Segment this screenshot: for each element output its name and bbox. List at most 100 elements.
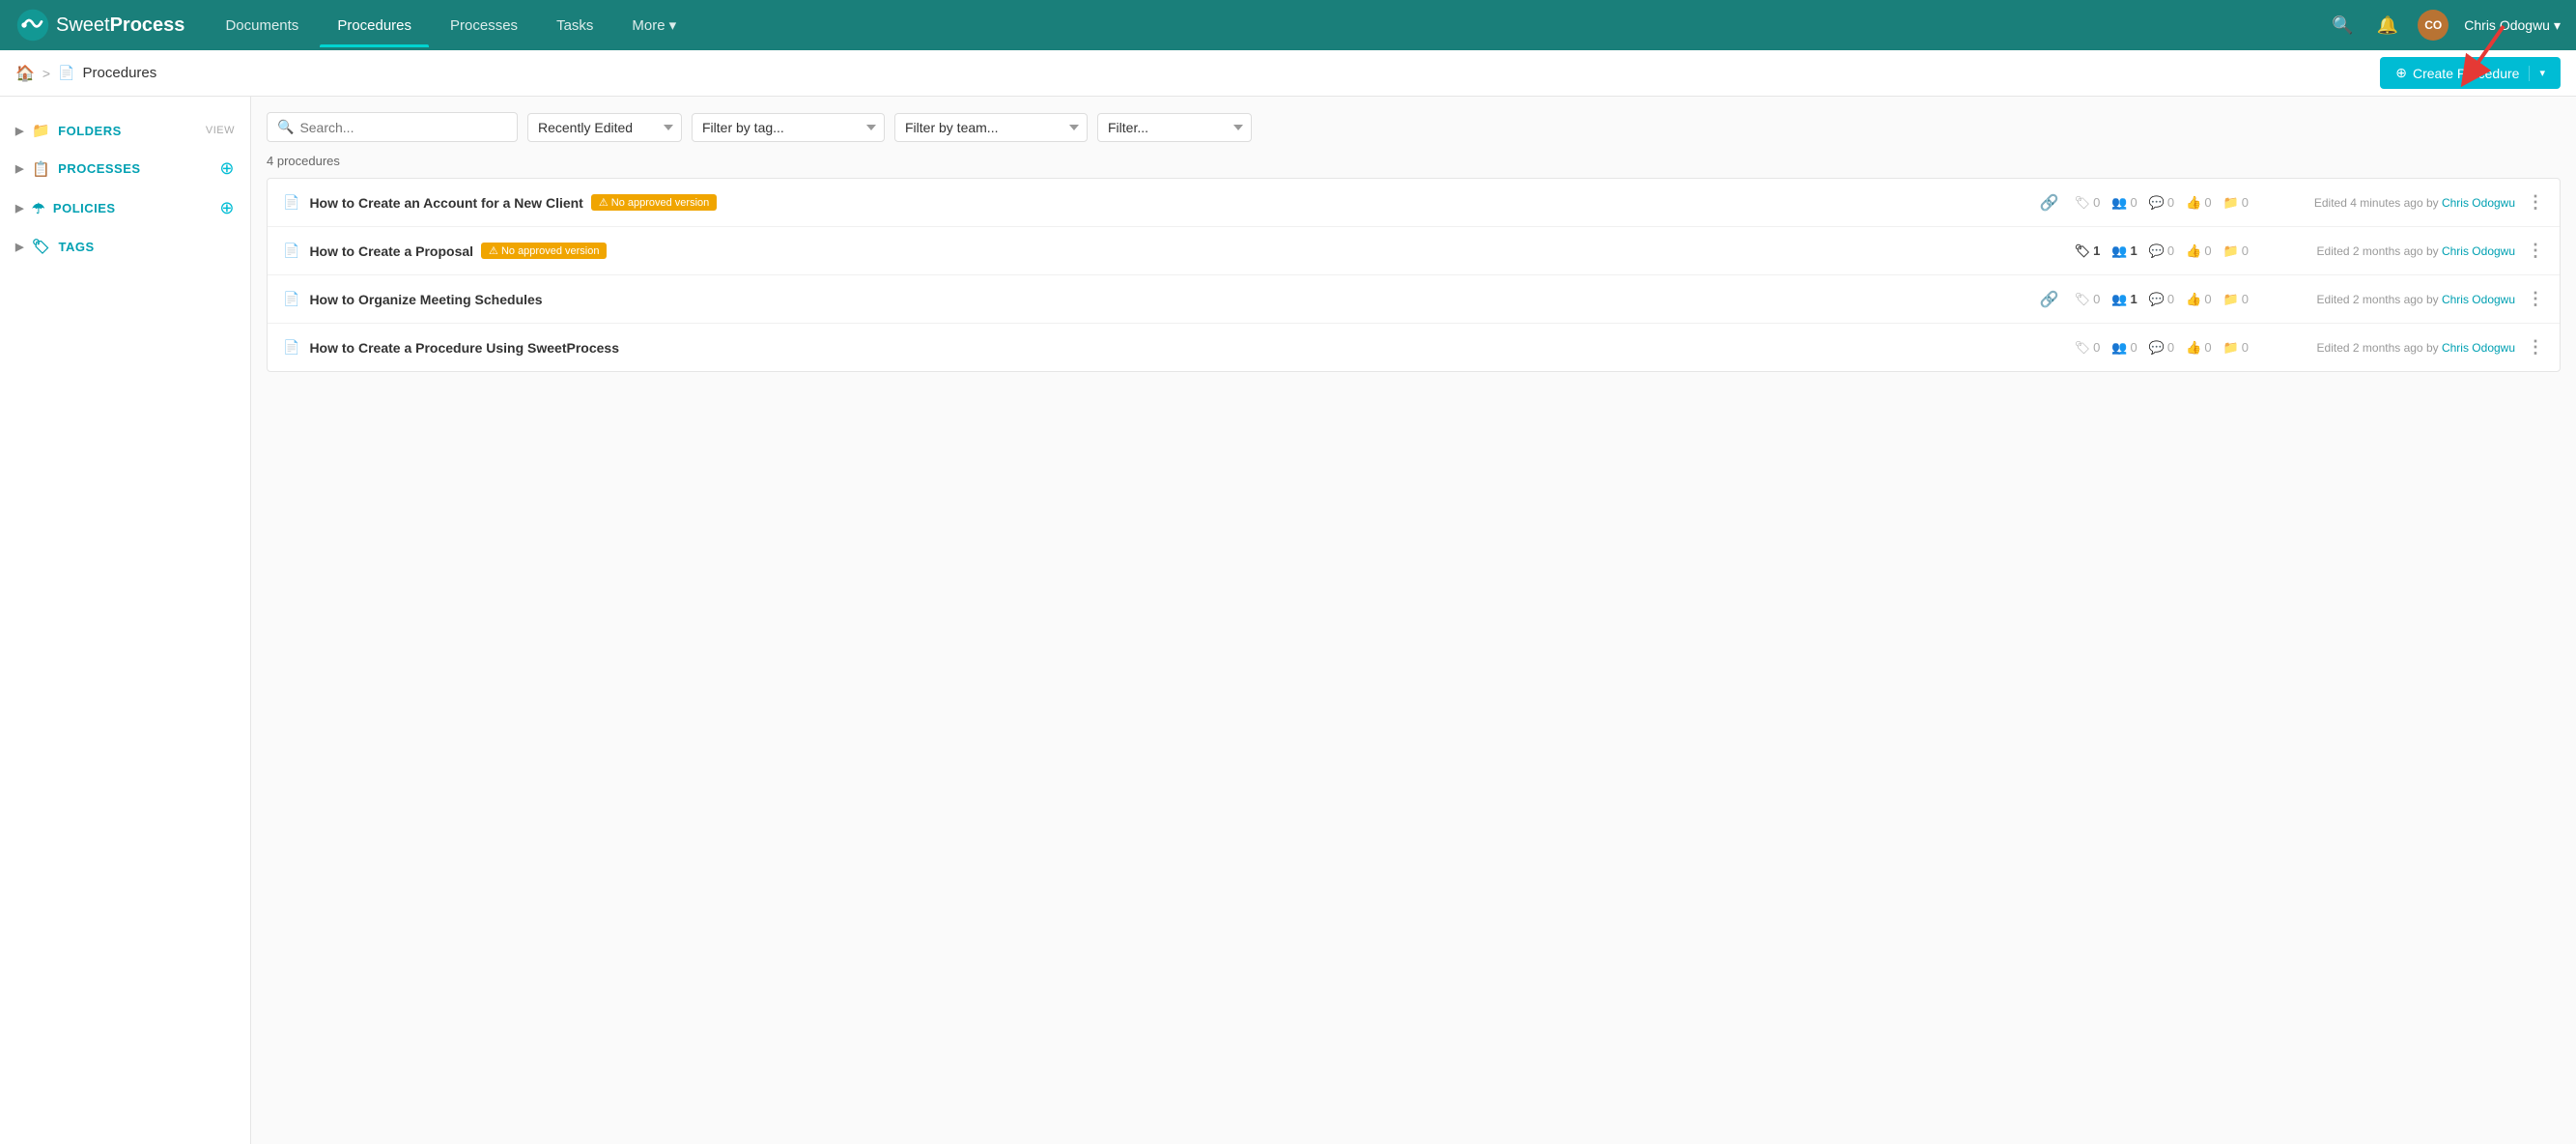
procedure-edited: Edited 2 months ago by Chris Odogwu [2264,293,2515,306]
editor-link[interactable]: Chris Odogwu [2442,196,2515,210]
people-icon: 👥 [2111,292,2127,307]
main-layout: ▶ 📁 FOLDERS VIEW ▶ 📋 PROCESSES ⊕ ▶ ☂ POL… [0,97,2576,1144]
tags-count: 🏷 1 [2075,243,2101,259]
procedure-meta: 🏷 0 👥 1 💬 0 👍 0 [2075,292,2249,307]
vote-icon: 👍 [2186,195,2201,211]
editor-link[interactable]: Chris Odogwu [2442,293,2515,306]
main-content: 🔍 Recently Edited Alphabetical Date Crea… [251,97,2576,1144]
breadcrumb: 🏠 > 📄 Procedures [15,64,156,83]
add-policy-icon[interactable]: ⊕ [219,198,235,218]
procedure-meta: 🏷 1 👥 1 💬 0 👍 0 [2075,243,2249,259]
folders-count: 📁 0 [2223,243,2249,259]
nav-link-procedures[interactable]: Procedures [320,4,429,47]
page-title: Procedures [83,65,157,81]
table-row[interactable]: 📄 How to Create a Proposal ⚠ No approved… [268,227,2560,275]
folders-count: 📁 0 [2223,195,2249,211]
search-input-wrap[interactable]: 🔍 [267,112,518,142]
procedure-title: How to Create a Proposal ⚠ No approved v… [309,243,2058,259]
user-name[interactable]: Chris Odogwu ▾ [2464,17,2561,34]
procedure-edited: Edited 4 minutes ago by Chris Odogwu [2264,196,2515,210]
editor-link[interactable]: Chris Odogwu [2442,341,2515,355]
tags-count: 🏷 0 [2075,195,2101,211]
sweetprocess-logo-icon [15,8,50,43]
filter-other-select[interactable]: Filter... [1097,113,1252,142]
add-process-icon[interactable]: ⊕ [219,158,235,179]
user-avatar[interactable]: CO [2418,10,2449,41]
sidebar-item-folders[interactable]: ▶ 📁 FOLDERS VIEW [0,112,250,149]
view-label[interactable]: VIEW [206,125,235,136]
no-approved-badge: ⚠ No approved version [591,194,717,211]
folders-count: 📁 0 [2223,340,2249,356]
filter-team-select[interactable]: Filter by team... [894,113,1088,142]
search-input[interactable] [299,120,507,135]
processes-icon: 📋 [32,160,50,178]
chevron-right-icon: ▶ [15,162,24,175]
logo[interactable]: SweetProcess [15,8,184,43]
breadcrumb-separator: > [42,66,50,81]
nav-right: 🔍 🔔 CO Chris Odogwu ▾ [2328,10,2561,41]
people-icon: 👥 [2111,243,2127,259]
row-menu-button[interactable]: ⋮ [2527,241,2544,261]
comments-count: 💬 0 [2149,340,2174,356]
search-button[interactable]: 🔍 [2328,12,2357,40]
nav-link-tasks[interactable]: Tasks [539,4,610,47]
chevron-down-icon: ▾ [2554,17,2561,34]
table-row[interactable]: 📄 How to Organize Meeting Schedules 🔗 🏷 … [268,275,2560,324]
tag-icon: 🏷 [2075,243,2091,259]
row-menu-button[interactable]: ⋮ [2527,192,2544,213]
sidebar-item-processes[interactable]: ▶ 📋 PROCESSES ⊕ [0,149,250,188]
procedure-icon: 📄 [283,243,299,259]
procedure-title: How to Create a Procedure Using SweetPro… [309,340,2058,356]
table-row[interactable]: 📄 How to Create a Procedure Using SweetP… [268,324,2560,371]
folders-label: FOLDERS [58,124,206,138]
sidebar-item-tags[interactable]: ▶ 🏷 TAGS [0,228,250,265]
procedures-count: 4 procedures [267,154,2561,168]
filter-tag-select[interactable]: Filter by tag... [692,113,885,142]
people-count: 👥 1 [2111,292,2137,307]
votes-count: 👍 0 [2186,292,2211,307]
row-menu-button[interactable]: ⋮ [2527,289,2544,309]
people-count: 👥 0 [2111,340,2137,356]
logo-text: SweetProcess [56,14,184,37]
votes-count: 👍 0 [2186,340,2211,356]
sub-header: 🏠 > 📄 Procedures ⊕ Create Procedure ▾ [0,50,2576,97]
chevron-right-icon: ▶ [15,202,24,214]
sidebar-item-policies[interactable]: ▶ ☂ POLICIES ⊕ [0,188,250,228]
create-procedure-label: Create Procedure [2413,66,2520,81]
create-procedure-button[interactable]: ⊕ Create Procedure ▾ [2380,57,2561,89]
sort-select[interactable]: Recently Edited Alphabetical Date Create… [527,113,682,142]
notifications-button[interactable]: 🔔 [2373,12,2402,40]
policies-label: POLICIES [53,201,219,215]
nav-link-more[interactable]: More ▾ [614,3,694,47]
folders-icon: 📁 [32,122,50,139]
link-icon[interactable]: 🔗 [2040,193,2059,213]
procedures-list: 📄 How to Create an Account for a New Cli… [267,178,2561,372]
people-icon: 👥 [2111,195,2127,211]
tags-count: 🏷 0 [2075,292,2101,307]
search-icon: 🔍 [277,119,294,135]
procedure-title: How to Create an Account for a New Clien… [309,194,2027,211]
nav-link-processes[interactable]: Processes [433,4,535,47]
vote-icon: 👍 [2186,243,2201,259]
tags-icon: 🏷 [32,238,51,255]
tags-count: 🏷 0 [2075,340,2101,356]
votes-count: 👍 0 [2186,195,2211,211]
people-count: 👥 0 [2111,195,2137,211]
vote-icon: 👍 [2186,292,2201,307]
chevron-down-icon[interactable]: ▾ [2539,67,2545,79]
row-menu-button[interactable]: ⋮ [2527,337,2544,358]
nav-link-documents[interactable]: Documents [208,4,316,47]
comments-count: 💬 0 [2149,195,2174,211]
processes-label: PROCESSES [58,161,219,176]
button-divider [2529,66,2530,81]
no-approved-badge: ⚠ No approved version [481,243,607,259]
plus-icon: ⊕ [2395,65,2407,81]
link-icon[interactable]: 🔗 [2040,290,2059,309]
home-icon[interactable]: 🏠 [15,64,35,83]
editor-link[interactable]: Chris Odogwu [2442,244,2515,258]
tag-icon: 🏷 [2075,340,2091,356]
table-row[interactable]: 📄 How to Create an Account for a New Cli… [268,179,2560,227]
people-count: 👥 1 [2111,243,2137,259]
policies-icon: ☂ [32,200,45,217]
chevron-right-icon: ▶ [15,125,24,137]
